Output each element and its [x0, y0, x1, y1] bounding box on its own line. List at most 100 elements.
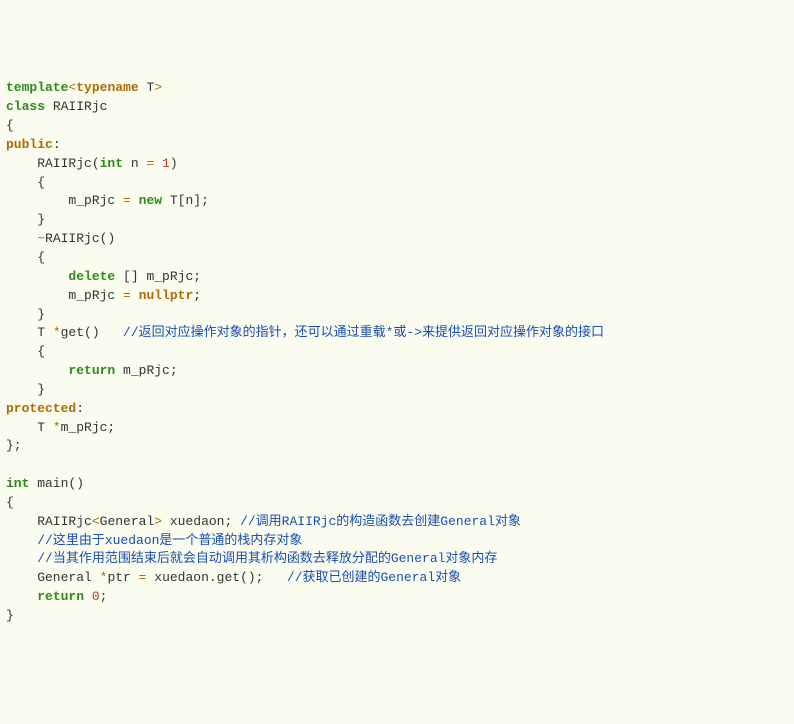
kw-public: public: [6, 137, 53, 152]
line: class RAIIRjc: [6, 99, 107, 114]
comment-ctor: //调用RAIIRjc的构造函数去创建General对象: [240, 514, 521, 529]
brace: {: [6, 495, 14, 510]
new-expr: T[n];: [162, 193, 209, 208]
brace: }: [6, 212, 45, 227]
space: [154, 156, 162, 171]
line: };: [6, 438, 22, 453]
op-eq: =: [123, 288, 131, 303]
line: {: [6, 250, 45, 265]
ret-type: T: [6, 325, 53, 340]
type-arg: General: [100, 514, 155, 529]
kw-typename: typename: [76, 80, 138, 95]
line: RAIIRjc<General> xuedaon; //调用RAIIRjc的构造…: [6, 514, 521, 529]
op-eq: =: [123, 193, 131, 208]
line: //这里由于xuedaon是一个普通的栈内存对象: [6, 533, 302, 548]
indent: [6, 363, 68, 378]
delete-expr: [] m_pRjc;: [115, 269, 201, 284]
decl: RAIIRjc: [6, 514, 92, 529]
fn-get: get(): [61, 325, 123, 340]
colon: :: [53, 137, 61, 152]
line: template<typename T>: [6, 80, 162, 95]
op-star: *: [100, 570, 108, 585]
kw-nullptr: nullptr: [139, 288, 194, 303]
kw-class: class: [6, 99, 45, 114]
op-eq: =: [139, 570, 147, 585]
line: m_pRjc = new T[n];: [6, 193, 209, 208]
member-decl: T: [6, 420, 53, 435]
kw-return: return: [68, 363, 115, 378]
kw-template: template: [6, 80, 68, 95]
colon: :: [76, 401, 84, 416]
kw-int: int: [6, 476, 29, 491]
kw-return: return: [37, 589, 84, 604]
brace: }: [6, 382, 45, 397]
fn-main: main(): [29, 476, 84, 491]
dtor-name: RAIIRjc(): [45, 231, 115, 246]
brace: {: [6, 250, 45, 265]
brace: }: [6, 307, 45, 322]
class-name: RAIIRjc: [45, 99, 107, 114]
line: General *ptr = xuedaon.get(); //获取已创建的Ge…: [6, 570, 461, 585]
line: protected:: [6, 401, 84, 416]
kw-delete: delete: [68, 269, 115, 284]
indent: [6, 231, 37, 246]
code-block: template<typename T> class RAIIRjc { pub…: [0, 75, 794, 629]
line: T *get() //返回对应操作对象的指针，还可以通过重载*或->来提供返回对…: [6, 325, 604, 340]
decl: General: [6, 570, 100, 585]
line: {: [6, 495, 14, 510]
brace-semi: };: [6, 438, 22, 453]
member-name: m_pRjc;: [61, 420, 116, 435]
line: }: [6, 212, 45, 227]
paren-close: ): [170, 156, 178, 171]
comment-get2: //获取已创建的General对象: [287, 570, 461, 585]
indent: [6, 533, 37, 548]
indent: [6, 269, 68, 284]
op-lt: <: [92, 514, 100, 529]
brace: {: [6, 344, 45, 359]
line: //当其作用范围结束后就会自动调用其析构函数去释放分配的General对象内存: [6, 551, 497, 566]
brace: {: [6, 175, 45, 190]
semi: ;: [100, 589, 108, 604]
space: [84, 589, 92, 604]
line: public:: [6, 137, 61, 152]
line: {: [6, 344, 45, 359]
param-n: n: [123, 156, 146, 171]
line: return m_pRjc;: [6, 363, 178, 378]
line: return 0;: [6, 589, 107, 604]
op-gt: >: [154, 80, 162, 95]
indent: [6, 551, 37, 566]
comment-stack: //这里由于xuedaon是一个普通的栈内存对象: [37, 533, 302, 548]
line: delete [] m_pRjc;: [6, 269, 201, 284]
kw-new: new: [139, 193, 162, 208]
line: }: [6, 608, 14, 623]
var: xuedaon;: [162, 514, 240, 529]
line: }: [6, 307, 45, 322]
line: T *m_pRjc;: [6, 420, 115, 435]
line: {: [6, 175, 45, 190]
op-tilde: ~: [37, 231, 45, 246]
member: m_pRjc: [6, 193, 123, 208]
type-param: T: [139, 80, 155, 95]
line: }: [6, 382, 45, 397]
brace: }: [6, 608, 14, 623]
line: m_pRjc = nullptr;: [6, 288, 201, 303]
comment-get: //返回对应操作对象的指针，还可以通过重载*或->来提供返回对应操作对象的接口: [123, 325, 604, 340]
brace: {: [6, 118, 14, 133]
indent: [6, 589, 37, 604]
line: int main(): [6, 476, 84, 491]
semi: ;: [193, 288, 201, 303]
space: [131, 288, 139, 303]
ctor-head: RAIIRjc(: [6, 156, 100, 171]
space: [131, 193, 139, 208]
var-ptr: ptr: [107, 570, 138, 585]
call: xuedaon.get();: [146, 570, 286, 585]
kw-int: int: [100, 156, 123, 171]
member: m_pRjc: [6, 288, 123, 303]
line: {: [6, 118, 14, 133]
line: ~RAIIRjc(): [6, 231, 115, 246]
op-star: *: [53, 420, 61, 435]
ret-expr: m_pRjc;: [115, 363, 177, 378]
num-0: 0: [92, 589, 100, 604]
op-gt: >: [154, 514, 162, 529]
kw-protected: protected: [6, 401, 76, 416]
